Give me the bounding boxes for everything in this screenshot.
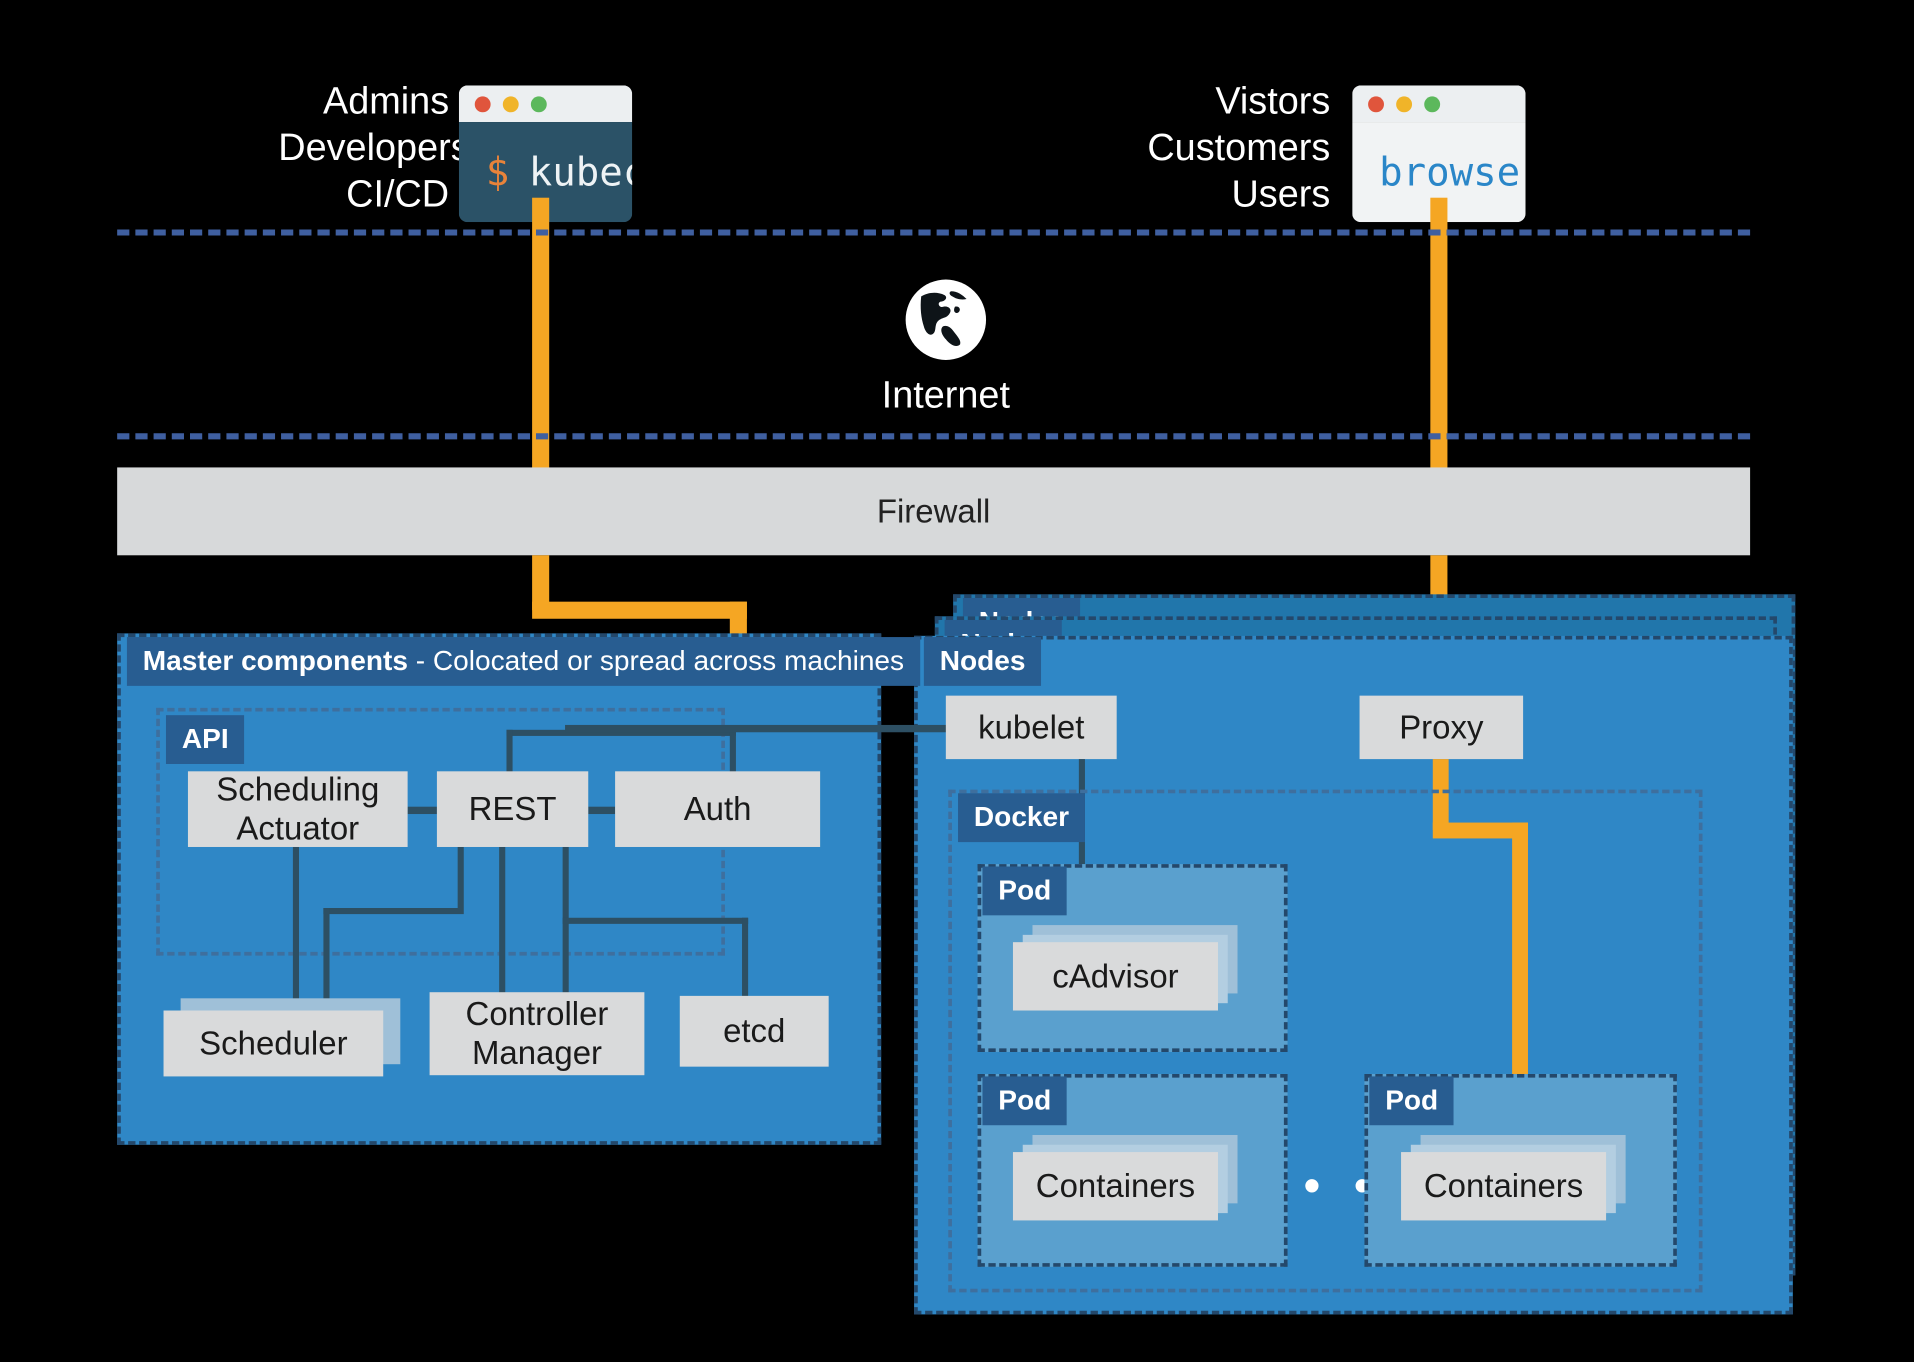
rest-scheduler-elbow-h — [323, 908, 464, 915]
internet-label: Internet — [881, 373, 1011, 417]
rest-auth-link — [588, 806, 616, 815]
master-tag-strong: Master components — [142, 644, 409, 677]
trust-boundary-bottom — [117, 433, 1751, 440]
etcd-box[interactable]: etcd — [679, 995, 829, 1067]
master-wire-horizontal — [532, 601, 748, 619]
master-tag-rest: - Colocated or spread across machines — [408, 644, 905, 677]
scheduler-box[interactable]: Scheduler — [163, 1010, 384, 1077]
controller-manager-box[interactable]: Controller Manager — [429, 992, 645, 1076]
pod-tag-2: Pod — [982, 1076, 1068, 1126]
api-tag: API — [166, 715, 245, 764]
globe-icon — [905, 279, 987, 360]
right-actors-label: Vistors Customers Users — [1147, 79, 1331, 215]
docker-tag: Docker — [958, 793, 1086, 843]
left-actors-label: Admins Developers CI/CD — [278, 79, 470, 215]
maximize-dot-icon[interactable] — [531, 95, 547, 112]
close-dot-icon[interactable] — [1368, 95, 1385, 112]
minimize-dot-icon[interactable] — [502, 95, 519, 112]
api-kubelet-connector — [565, 724, 950, 733]
firewall-bar: Firewall — [117, 467, 1751, 556]
master-components-tag: Master components - Colocated or spread … — [127, 637, 921, 686]
firewall-label: Firewall — [877, 492, 991, 530]
scheduling-actuator-box[interactable]: Scheduling Actuator — [188, 771, 408, 847]
auth-down-connector — [562, 846, 569, 1011]
cadvisor-box[interactable]: cAdvisor — [1013, 942, 1219, 1011]
rest-down-connector — [499, 846, 506, 1011]
sa-down-connector — [293, 846, 300, 1011]
minimize-dot-icon[interactable] — [1396, 95, 1413, 112]
containers-box-3[interactable]: Containers — [1401, 1152, 1607, 1221]
rest-top-stub — [506, 729, 513, 777]
rest-scheduler-elbow-v2 — [323, 908, 330, 1011]
pod-tag-3: Pod — [1369, 1076, 1455, 1126]
trust-boundary-top — [117, 229, 1751, 236]
terminal-titlebar — [459, 85, 633, 123]
maximize-dot-icon[interactable] — [1424, 95, 1441, 112]
kubelet-box[interactable]: kubelet — [946, 695, 1117, 760]
browser-titlebar — [1352, 85, 1526, 123]
auth-box[interactable]: Auth — [615, 771, 821, 847]
pod-tag-1: Pod — [982, 866, 1068, 916]
diagram-canvas: Admins Developers CI/CD $ kubectl Vistor… — [0, 0, 1914, 1362]
rest-scheduler-elbow-v — [457, 846, 464, 908]
rest-box[interactable]: REST — [437, 771, 589, 847]
browser-url-text: browser — [1379, 148, 1525, 196]
close-dot-icon[interactable] — [474, 95, 491, 112]
terminal-prompt-icon: $ — [485, 148, 510, 196]
auth-etcd-elbow-h — [562, 917, 749, 924]
nodes-tag-front: Nodes — [924, 637, 1042, 686]
kubectl-wire-vertical — [532, 197, 550, 469]
sa-rest-link — [407, 806, 438, 815]
terminal-command: kubectl — [528, 148, 632, 196]
browser-wire-vertical — [1430, 197, 1448, 469]
internet-group: Internet — [854, 278, 1037, 417]
auth-top-stub — [729, 729, 737, 777]
proxy-box[interactable]: Proxy — [1359, 695, 1524, 760]
containers-box-2[interactable]: Containers — [1013, 1152, 1219, 1221]
